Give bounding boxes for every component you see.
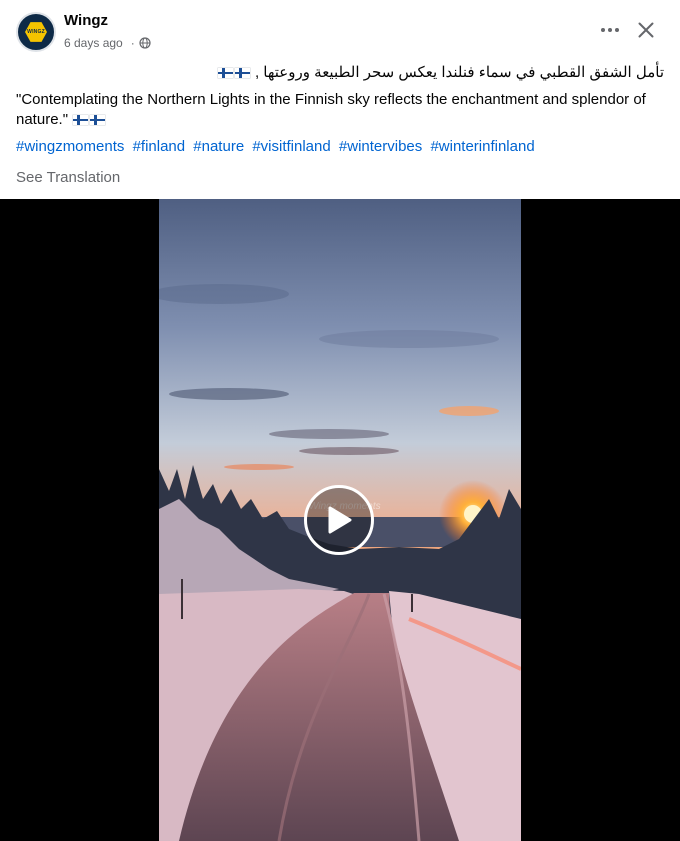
page-avatar[interactable]: WINGZ (16, 12, 56, 52)
hashtag-link[interactable]: #wingzmoments (16, 138, 124, 155)
meta-separator: · (130, 36, 135, 50)
hashtag-link[interactable]: #winterinfinland (430, 138, 534, 155)
finland-flag-icon (217, 68, 233, 79)
caption-arabic-line: تأمل الشفق القطبي في سماء فنلندا يعكس سح… (16, 62, 664, 84)
hashtag-link[interactable]: #finland (133, 138, 186, 155)
finland-flag-icon (90, 115, 106, 126)
hashtag-list: #wingzmoments #finland #nature #visitfin… (16, 137, 666, 157)
play-button[interactable] (304, 485, 374, 555)
hashtag-link[interactable]: #visitfinland (252, 138, 330, 155)
see-translation-link[interactable]: See Translation (16, 169, 120, 186)
finland-flag-icon (73, 115, 89, 126)
more-dots-icon (601, 28, 619, 32)
play-icon (328, 506, 352, 534)
finland-flag-icon (234, 68, 250, 79)
caption-english-block: "Contemplating the Northern Lights in th… (16, 90, 656, 130)
avatar-logo-text: WINGZ (27, 29, 45, 35)
close-icon (638, 22, 654, 38)
page-name-link[interactable]: Wingz (64, 12, 108, 29)
close-button[interactable] (630, 14, 662, 46)
globe-icon[interactable] (139, 37, 151, 49)
post-meta: 6 days ago · (64, 36, 151, 50)
caption-english: "Contemplating the Northern Lights in th… (16, 91, 646, 128)
caption-arabic: تأمل الشفق القطبي في سماء فنلندا يعكس سح… (254, 64, 664, 81)
hashtag-link[interactable]: #wintervibes (339, 138, 422, 155)
hashtag-link[interactable]: #nature (193, 138, 244, 155)
wingz-logo-icon: WINGZ (25, 22, 47, 42)
more-options-button[interactable] (594, 16, 626, 44)
post-header: WINGZ Wingz 6 days ago · (0, 0, 680, 62)
post-timestamp[interactable]: 6 days ago (64, 36, 123, 50)
video-player[interactable]: Wingz moments (0, 199, 680, 841)
